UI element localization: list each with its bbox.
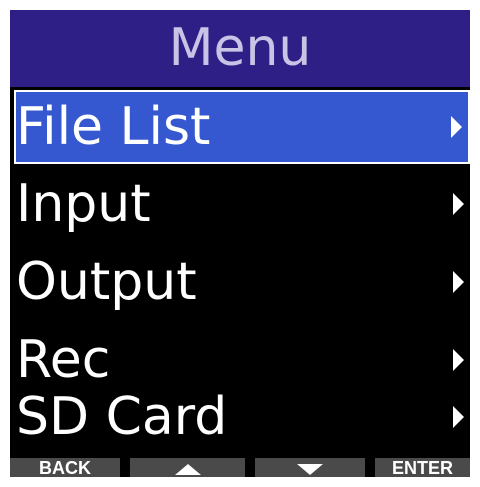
back-button[interactable]: BACK bbox=[10, 458, 120, 477]
down-button[interactable] bbox=[255, 458, 365, 477]
chevron-right-icon bbox=[453, 271, 464, 293]
menu-item-file-list[interactable]: File List bbox=[16, 92, 468, 162]
device-screen: Menu File List Input Output Rec SD Card … bbox=[10, 10, 470, 477]
chevron-right-icon bbox=[453, 406, 464, 428]
enter-button[interactable]: ENTER bbox=[375, 458, 470, 477]
softkey-bar: BACK ENTER bbox=[10, 458, 470, 477]
menu-item-label: File List bbox=[16, 97, 211, 157]
menu-item-label: SD Card bbox=[16, 387, 228, 447]
menu-item-sd-card[interactable]: SD Card bbox=[10, 378, 470, 456]
arrow-down-icon bbox=[297, 463, 323, 475]
menu-item-output[interactable]: Output bbox=[10, 243, 470, 321]
page-title: Menu bbox=[10, 10, 470, 87]
up-button[interactable] bbox=[130, 458, 245, 477]
chevron-right-icon bbox=[453, 349, 464, 371]
chevron-right-icon bbox=[453, 193, 464, 215]
menu-item-label: Output bbox=[16, 252, 197, 312]
arrow-up-icon bbox=[174, 463, 201, 475]
chevron-right-icon bbox=[451, 116, 462, 138]
menu-item-label: Input bbox=[16, 174, 151, 234]
menu-item-input[interactable]: Input bbox=[10, 165, 470, 243]
